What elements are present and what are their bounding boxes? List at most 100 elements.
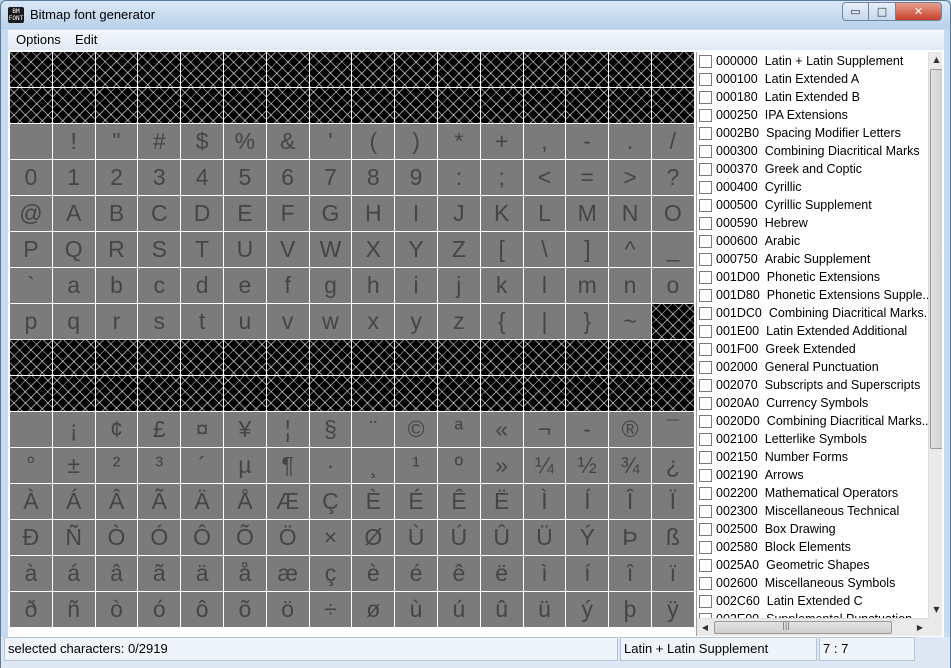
glyph-cell[interactable]: * [437,124,481,160]
glyph-cell[interactable]: « [480,412,524,448]
glyph-cell[interactable]: ª [437,412,481,448]
glyph-cell[interactable] [223,52,267,88]
glyph-cell[interactable] [609,52,652,88]
glyph-cell[interactable] [480,376,524,412]
subset-checkbox[interactable] [699,234,712,248]
subset-list-item[interactable]: 002070 Subscripts and Superscripts [697,376,928,394]
glyph-cell[interactable]: Q [52,232,96,268]
glyph-cell[interactable]: ¯ [651,412,695,448]
glyph-cell[interactable]: O [651,196,695,232]
glyph-cell[interactable]: u [223,304,267,340]
glyph-cell[interactable]: È [352,484,396,520]
subset-checkbox[interactable] [699,558,712,572]
glyph-cell[interactable] [138,376,182,412]
scroll-down-icon[interactable]: ▼ [929,602,942,618]
glyph-cell[interactable] [223,376,267,412]
glyph-cell[interactable] [266,52,310,88]
glyph-cell[interactable] [566,340,610,376]
subset-checkbox[interactable] [699,126,712,140]
glyph-cell[interactable]: ÷ [309,592,353,628]
glyph-cell[interactable] [480,88,524,124]
subset-list-item[interactable]: 001D80 Phonetic Extensions Supple... [697,286,928,304]
glyph-cell[interactable] [138,340,182,376]
subset-checkbox[interactable] [699,522,712,536]
glyph-cell[interactable] [352,340,396,376]
glyph-cell[interactable]: V [266,232,310,268]
glyph-cell[interactable] [95,340,139,376]
glyph-cell[interactable]: Æ [266,484,310,520]
subset-list-item[interactable]: 002580 Block Elements [697,538,928,556]
character-grid[interactable]: ! " # $% & '() * +, -./0 1 2 3 4 5 6 7 8 9:; < = >? @ A B C D E F G H… [10,52,695,637]
glyph-cell[interactable]: Ù [395,520,438,556]
subset-list-item[interactable]: 000250 IPA Extensions [697,106,928,124]
glyph-cell[interactable] [523,52,567,88]
subset-checkbox[interactable] [699,72,712,86]
glyph-cell[interactable]: = [566,160,610,196]
glyph-cell[interactable]: ð [10,592,53,628]
glyph-cell[interactable]: f [266,268,310,304]
glyph-cell[interactable] [651,304,695,340]
horizontal-scroll-thumb[interactable] [714,621,892,634]
glyph-cell[interactable]: H [352,196,396,232]
subset-checkbox[interactable] [699,54,712,68]
glyph-cell[interactable] [651,340,695,376]
subset-checkbox[interactable] [699,144,712,158]
subset-list-item[interactable]: 000180 Latin Extended B [697,88,928,106]
glyph-cell[interactable]: . [609,124,652,160]
glyph-cell[interactable]: " [95,124,139,160]
glyph-cell[interactable]: ® [609,412,652,448]
glyph-cell[interactable]: å [223,556,267,592]
glyph-cell[interactable]: ¥ [223,412,267,448]
unicode-subset-list[interactable]: 000000 Latin + Latin Supplement 000100 Lati… [697,52,928,618]
glyph-cell[interactable] [10,124,53,160]
glyph-cell[interactable] [523,88,567,124]
glyph-cell[interactable]: ú [437,592,481,628]
glyph-cell[interactable]: N [609,196,652,232]
glyph-cell[interactable] [266,88,310,124]
glyph-cell[interactable]: ø [352,592,396,628]
subset-checkbox[interactable] [699,414,712,428]
glyph-cell[interactable] [651,88,695,124]
glyph-cell[interactable]: } [566,304,610,340]
glyph-cell[interactable]: ¦ [266,412,310,448]
subset-checkbox[interactable] [699,504,712,518]
glyph-cell[interactable] [651,376,695,412]
glyph-cell[interactable] [223,88,267,124]
glyph-cell[interactable]: ó [138,592,182,628]
glyph-cell[interactable]: © [395,412,438,448]
glyph-cell[interactable]: Î [609,484,652,520]
subset-list-item[interactable]: 000500 Cyrillic Supplement [697,196,928,214]
subset-list-item[interactable]: 000100 Latin Extended A [697,70,928,88]
glyph-cell[interactable]: ç [309,556,353,592]
subset-list-item[interactable]: 000370 Greek and Coptic [697,160,928,178]
glyph-cell[interactable]: µ [223,448,267,484]
subset-list-item[interactable]: 0020A0 Currency Symbols [697,394,928,412]
subset-list-item[interactable]: 000590 Hebrew [697,214,928,232]
glyph-cell[interactable]: c [138,268,182,304]
subset-list-item[interactable]: 0002B0 Spacing Modifier Letters [697,124,928,142]
glyph-cell[interactable] [395,88,438,124]
glyph-cell[interactable]: 5 [223,160,267,196]
glyph-cell[interactable]: # [138,124,182,160]
subset-checkbox[interactable] [699,342,712,356]
subset-checkbox[interactable] [699,486,712,500]
glyph-cell[interactable]: ¶ [266,448,310,484]
glyph-cell[interactable]: B [95,196,139,232]
glyph-cell[interactable]: , [523,124,567,160]
glyph-cell[interactable]: M [566,196,610,232]
glyph-cell[interactable] [352,88,396,124]
glyph-cell[interactable] [523,340,567,376]
glyph-cell[interactable] [395,376,438,412]
glyph-cell[interactable]: Õ [223,520,267,556]
glyph-cell[interactable]: P [10,232,53,268]
glyph-cell[interactable] [181,88,224,124]
subset-list-item[interactable]: 002C60 Latin Extended C [697,592,928,610]
glyph-cell[interactable]: % [223,124,267,160]
glyph-cell[interactable]: T [181,232,224,268]
glyph-cell[interactable]: Ë [480,484,524,520]
glyph-cell[interactable]: R [95,232,139,268]
glyph-cell[interactable]: n [609,268,652,304]
glyph-cell[interactable]: ~ [609,304,652,340]
glyph-cell[interactable] [181,376,224,412]
glyph-cell[interactable]: ã [138,556,182,592]
